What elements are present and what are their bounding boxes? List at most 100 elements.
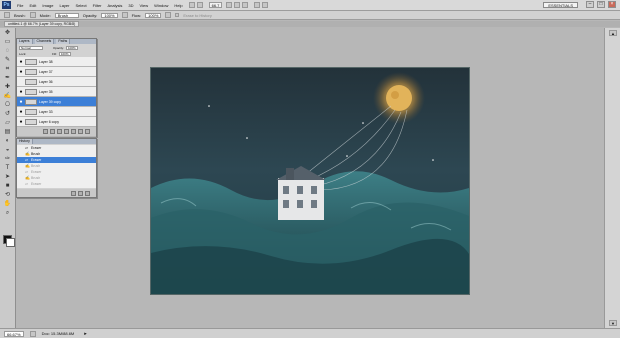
history-item[interactable]: ▱ Eraser xyxy=(17,181,96,187)
scroll-down-icon[interactable]: ▼ xyxy=(609,320,617,326)
brush-icon: ✍ xyxy=(25,151,30,156)
document-tab[interactable]: untitled-1 @ 66.7% (Layer 39 copy, RGB/8… xyxy=(4,21,80,27)
history-list: ▱ Eraser ✍ Brush ▱ Eraser ✍ Brush ▱ Eras… xyxy=(17,145,96,188)
pressure-opacity-icon[interactable] xyxy=(121,12,128,18)
layer-row-selected[interactable]: ● Layer 39 copy xyxy=(17,97,96,107)
rotate-view-icon[interactable] xyxy=(242,2,249,8)
layer-row[interactable]: ● Layer 35 xyxy=(17,87,96,97)
delete-layer-icon[interactable] xyxy=(85,129,90,134)
opacity-field[interactable]: 100% xyxy=(101,12,118,18)
menu-3d[interactable]: 3D xyxy=(128,3,133,8)
layer-row[interactable]: Layer 36 xyxy=(17,77,96,87)
screen-mode-icon[interactable] xyxy=(262,2,269,8)
adjustment-layer-icon[interactable] xyxy=(64,129,69,134)
tab-channels[interactable]: Channels xyxy=(34,39,55,44)
3d-rotate-tool-icon[interactable]: ⟲ xyxy=(3,192,12,199)
menu-image[interactable]: Image xyxy=(42,3,53,8)
visibility-eye-icon[interactable]: ● xyxy=(19,99,23,104)
menu-file[interactable]: File xyxy=(17,3,23,8)
mode-select[interactable]: Brush xyxy=(54,12,79,18)
erase-to-history-checkbox[interactable] xyxy=(175,13,180,17)
healing-brush-tool-icon[interactable]: ✚ xyxy=(3,84,12,91)
gradient-tool-icon[interactable]: ▤ xyxy=(3,129,12,136)
layer-row[interactable]: ● Layer 38 xyxy=(17,57,96,67)
lasso-tool-icon[interactable]: ◌ xyxy=(3,48,12,55)
scroll-up-icon[interactable]: ▲ xyxy=(609,30,617,36)
eraser-tool-icon[interactable]: ▱ xyxy=(3,120,12,127)
menu-edit[interactable]: Edit xyxy=(29,3,36,8)
visibility-eye-icon[interactable]: ● xyxy=(19,119,23,124)
clone-stamp-tool-icon[interactable]: ⎔ xyxy=(3,102,12,109)
eraser-icon: ▱ xyxy=(25,145,29,150)
blur-tool-icon[interactable]: ◐ xyxy=(3,138,12,145)
zoom-tool-icon[interactable] xyxy=(234,2,241,8)
new-document-from-state-icon[interactable] xyxy=(71,190,76,196)
tab-history[interactable]: History xyxy=(17,139,33,144)
menu-select[interactable]: Select xyxy=(76,3,87,8)
snapshot-icon[interactable] xyxy=(78,190,83,196)
menu-analysis[interactable]: Analysis xyxy=(108,3,123,8)
canvas-artwork[interactable] xyxy=(151,68,469,294)
layer-row[interactable]: ● Layer 37 xyxy=(17,67,96,77)
status-menu-arrow-icon[interactable]: ▸ xyxy=(84,331,87,337)
layer-row[interactable]: ● Layer 6 copy xyxy=(17,117,96,127)
move-tool-icon[interactable]: ✥ xyxy=(3,30,12,37)
crop-tool-icon[interactable]: ⌗ xyxy=(3,66,12,73)
status-zoom-field[interactable]: 66.67% xyxy=(4,330,24,337)
layer-row[interactable]: ● Layer 33 xyxy=(17,107,96,117)
mini-bridge-icon[interactable] xyxy=(196,2,203,8)
layer-fill-field[interactable]: 100% xyxy=(58,52,71,56)
add-mask-icon[interactable] xyxy=(57,129,62,134)
visibility-eye-icon[interactable]: ● xyxy=(19,59,23,64)
mode-label: Mode: xyxy=(39,12,51,18)
vertical-scrollbar[interactable]: ▲ ▼ xyxy=(604,28,620,328)
zoom-tool-icon[interactable]: ⌕ xyxy=(3,210,12,217)
eraser-icon: ▱ xyxy=(25,181,29,186)
history-panel-tabs: History xyxy=(17,139,96,144)
visibility-eye-icon[interactable]: ● xyxy=(19,109,23,114)
blend-mode-select[interactable]: Normal xyxy=(19,46,43,50)
tab-layers[interactable]: Layers xyxy=(17,39,33,44)
background-color-swatch[interactable] xyxy=(6,238,15,247)
menu-help[interactable]: Help xyxy=(174,3,182,8)
maximize-icon[interactable]: □ xyxy=(597,1,605,8)
menu-window[interactable]: Window xyxy=(154,3,168,8)
pen-tool-icon[interactable]: ✑ xyxy=(3,156,12,163)
tool-preset-icon[interactable] xyxy=(4,12,10,18)
type-tool-icon[interactable]: T xyxy=(3,165,12,172)
dodge-tool-icon[interactable]: ◒ xyxy=(3,147,12,154)
visibility-eye-icon[interactable]: ● xyxy=(19,89,23,94)
menu-filter[interactable]: Filter xyxy=(93,3,102,8)
eyedropper-tool-icon[interactable]: ✒ xyxy=(3,75,12,82)
close-icon[interactable]: × xyxy=(608,1,616,8)
airbrush-icon[interactable] xyxy=(165,12,172,18)
bridge-icon[interactable] xyxy=(188,2,195,8)
zoom-level-field[interactable]: 66.7 xyxy=(208,2,223,8)
path-selection-tool-icon[interactable]: ➤ xyxy=(3,174,12,181)
status-info-icon[interactable] xyxy=(29,330,36,337)
workspace-switcher[interactable]: ESSENTIALS xyxy=(543,2,578,8)
minimize-icon[interactable]: – xyxy=(586,1,594,8)
new-group-icon[interactable] xyxy=(71,129,76,134)
history-brush-tool-icon[interactable]: ↺ xyxy=(3,111,12,118)
layer-name: Layer 39 copy xyxy=(39,99,61,104)
hand-tool-icon[interactable] xyxy=(226,2,233,8)
layer-thumbnail xyxy=(25,108,37,115)
delete-state-icon[interactable] xyxy=(85,190,90,196)
tab-paths[interactable]: Paths xyxy=(56,39,71,44)
menu-layer[interactable]: Layer xyxy=(59,3,69,8)
layer-opacity-field[interactable]: 100% xyxy=(66,46,78,50)
quick-select-tool-icon[interactable]: ✎ xyxy=(3,57,12,64)
menu-view[interactable]: View xyxy=(140,3,149,8)
link-layers-icon[interactable] xyxy=(43,129,48,134)
layer-style-icon[interactable] xyxy=(50,129,55,134)
visibility-eye-icon[interactable]: ● xyxy=(19,69,23,74)
new-layer-icon[interactable] xyxy=(78,129,83,134)
brush-preset-picker[interactable] xyxy=(29,12,36,18)
shape-tool-icon[interactable]: ■ xyxy=(3,183,12,190)
arrange-documents-icon[interactable] xyxy=(254,2,261,8)
marquee-tool-icon[interactable]: ▭ xyxy=(3,39,12,46)
hand-tool-icon[interactable]: ✋ xyxy=(3,201,12,208)
brush-tool-icon[interactable]: ✍ xyxy=(3,93,12,100)
flow-field[interactable]: 100% xyxy=(145,12,162,18)
